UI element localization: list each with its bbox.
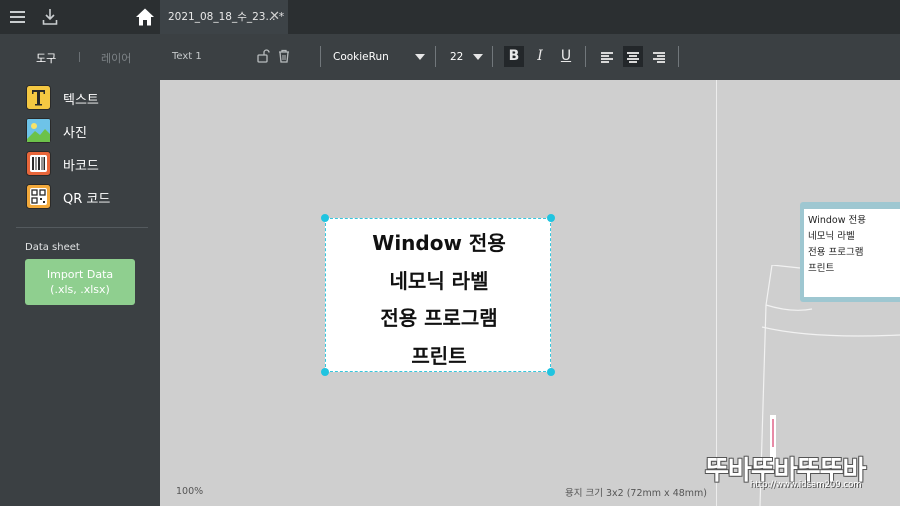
sidebar: 도구 레이어 텍스트 사진 바코드 QR 코드 Data sheet Impor…	[0, 34, 160, 506]
tool-barcode-label: 바코드	[63, 159, 99, 174]
underline-button[interactable]: U	[556, 46, 576, 67]
preview-line: 네모닉 라벨	[808, 231, 855, 242]
font-family-dropdown-icon[interactable]	[415, 54, 425, 60]
format-toolbar: Text 1 CookieRun 22 B I U	[160, 34, 900, 80]
toolbar-divider	[320, 46, 321, 67]
import-data-label: Import Data	[46, 268, 114, 281]
import-data-formats: (.xls, .xlsx)	[50, 283, 110, 296]
label-text-box[interactable]: Window 전용 네모닉 라벨 전용 프로그램 프린트	[321, 214, 555, 376]
align-left-icon[interactable]	[597, 46, 617, 67]
download-icon[interactable]	[42, 8, 58, 26]
font-family-select[interactable]: CookieRun	[333, 51, 389, 63]
tool-photo-label: 사진	[63, 126, 87, 141]
toolbar-divider	[585, 46, 586, 67]
sidebar-divider	[16, 227, 148, 228]
toolbar-divider	[435, 46, 436, 67]
tool-text-label: 텍스트	[63, 93, 99, 108]
home-icon[interactable]	[135, 7, 155, 27]
tool-qr-code[interactable]: QR 코드	[26, 184, 156, 210]
app-window: 2021_08_18_수_23... * ✕ 도구 레이어 텍스트 사진 바코드…	[0, 0, 900, 506]
label-line: 네모닉 라벨	[389, 268, 489, 293]
trash-icon[interactable]	[277, 49, 291, 63]
tab-layers[interactable]: 레이어	[101, 50, 131, 66]
resize-handle-top-right[interactable]	[547, 214, 555, 222]
label-text[interactable]: Window 전용 네모닉 라벨 전용 프로그램 프린트	[326, 225, 552, 375]
tool-text[interactable]: 텍스트	[26, 85, 156, 111]
menu-icon[interactable]	[10, 10, 26, 24]
label-line: Window 전용	[372, 231, 506, 255]
import-data-button[interactable]: Import Data (.xls, .xlsx)	[25, 259, 135, 305]
qr-code-icon	[26, 184, 51, 209]
unlock-icon[interactable]	[256, 49, 270, 63]
top-bar: 2021_08_18_수_23... * ✕	[0, 0, 900, 34]
italic-button[interactable]: I	[530, 46, 550, 67]
tab-divider	[79, 52, 80, 62]
top-bar-left	[0, 0, 160, 34]
resize-handle-bottom-left[interactable]	[321, 368, 329, 376]
tool-qr-code-label: QR 코드	[63, 192, 111, 207]
resize-handle-top-left[interactable]	[321, 214, 329, 222]
preview-label: Window 전용 네모닉 라벨 전용 프로그램 프린트	[804, 209, 900, 297]
element-name[interactable]: Text 1	[172, 51, 202, 62]
label-line: 전용 프로그램	[380, 306, 498, 330]
document-tab-title: 2021_08_18_수_23...	[168, 11, 276, 23]
editor-canvas[interactable]: Window 전용 네모닉 라벨 전용 프로그램 프린트 Window 전용 네…	[160, 80, 900, 506]
zoom-level[interactable]: 100%	[176, 486, 203, 497]
preview-card: Window 전용 네모닉 라벨 전용 프로그램 프린트	[800, 202, 900, 302]
watermark: 뚜바뚜바뚜뚜바 http://www.idsam209.com	[705, 450, 890, 498]
tab-tools[interactable]: 도구	[36, 50, 56, 66]
bold-button[interactable]: B	[504, 46, 524, 67]
toolbar-divider	[678, 46, 679, 67]
align-right-icon[interactable]	[649, 46, 669, 67]
data-sheet-label: Data sheet	[25, 242, 80, 253]
label-line: 프린트	[411, 343, 467, 368]
watermark-url: http://www.idsam209.com	[750, 480, 862, 490]
preview-line: Window 전용	[808, 215, 866, 226]
document-tab[interactable]: 2021_08_18_수_23... * ✕	[160, 0, 288, 34]
font-size-dropdown-icon[interactable]	[473, 54, 483, 60]
photo-icon	[26, 118, 51, 143]
tool-photo[interactable]: 사진	[26, 118, 156, 144]
toolbar-divider	[492, 46, 493, 67]
text-icon	[26, 85, 51, 110]
font-size-select[interactable]: 22	[450, 51, 463, 63]
align-center-icon[interactable]	[623, 46, 643, 67]
paper-size: 용지 크기 3x2 (72mm x 48mm)	[565, 488, 707, 499]
barcode-icon	[26, 151, 51, 176]
preview-line: 전용 프로그램	[808, 247, 864, 258]
preview-guide-line	[716, 80, 717, 506]
preview-line: 프린트	[808, 263, 835, 274]
tool-barcode[interactable]: 바코드	[26, 151, 156, 177]
close-tab-icon[interactable]: ✕	[269, 0, 280, 34]
resize-handle-bottom-right[interactable]	[547, 368, 555, 376]
sidebar-tabs: 도구 레이어	[0, 34, 160, 78]
